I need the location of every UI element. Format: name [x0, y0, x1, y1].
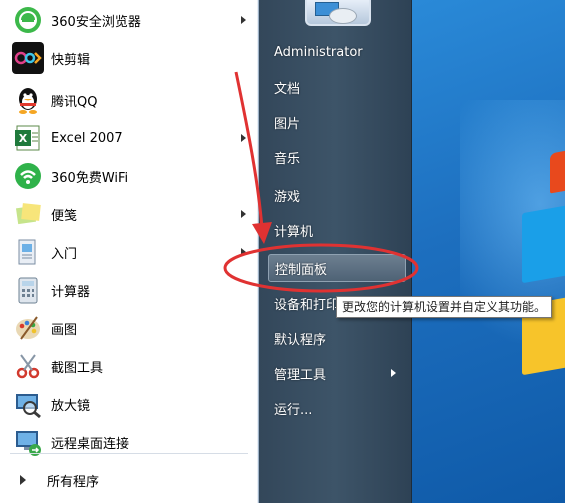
all-programs-button[interactable]: 所有程序: [0, 460, 258, 500]
menu-item-label: 文档: [274, 81, 301, 97]
calculator-icon: [12, 274, 44, 306]
program-paint[interactable]: 画图: [0, 310, 258, 346]
menu-item-label: 管理工具: [274, 367, 327, 383]
program-label: 腾讯QQ: [51, 94, 98, 110]
program-label: 截图工具: [51, 360, 104, 376]
program-tencent-qq[interactable]: 腾讯QQ: [0, 82, 258, 118]
submenu-arrow-icon[interactable]: [241, 210, 246, 218]
menu-item-label: Administrator: [274, 44, 363, 60]
program-label: 便笺: [51, 208, 78, 224]
menu-item-label: 控制面板: [275, 262, 328, 278]
video-editor-icon: [12, 42, 44, 74]
program-label: 画图: [51, 322, 78, 338]
menu-item-music[interactable]: 音乐: [268, 143, 406, 171]
paint-palette-icon: [12, 312, 44, 344]
program-magnifier[interactable]: 放大镜: [0, 386, 258, 422]
submenu-arrow-icon[interactable]: [241, 134, 246, 142]
program-label: Excel 2007: [51, 130, 123, 146]
magnifier-icon: [12, 388, 44, 420]
user-account-picture[interactable]: [305, 0, 371, 26]
menu-item-admin-tools[interactable]: 管理工具: [268, 359, 406, 387]
program-label: 360免费WiFi: [51, 170, 129, 186]
start-menu-programs-pane: 360安全浏览器 快剪辑 腾讯QQ X Excel 2007 360免费WiFi: [0, 0, 259, 503]
submenu-arrow-icon[interactable]: [241, 16, 246, 24]
program-label: 远程桌面连接: [51, 436, 130, 452]
menu-item-label: 运行...: [274, 402, 313, 418]
menu-item-games[interactable]: 游戏: [268, 181, 406, 209]
menu-item-label: 默认程序: [274, 332, 327, 348]
program-remote-desktop[interactable]: 远程桌面连接: [0, 424, 258, 460]
program-snipping-tool[interactable]: 截图工具: [0, 348, 258, 384]
program-label: 计算器: [51, 284, 91, 300]
windows-logo-blue-pane: [522, 202, 565, 284]
menu-item-default-programs[interactable]: 默认程序: [268, 324, 406, 352]
menu-item-administrator[interactable]: Administrator: [268, 38, 406, 66]
desktop-background: [400, 0, 565, 503]
program-label: 放大镜: [51, 398, 91, 414]
program-excel-2007[interactable]: X Excel 2007: [0, 120, 258, 156]
excel-icon: X: [12, 122, 44, 154]
svg-text:X: X: [19, 132, 28, 145]
control-panel-tooltip: 更改您的计算机设置并自定义其功能。: [336, 296, 553, 318]
program-label: 360安全浏览器: [51, 14, 141, 30]
expand-arrow-icon: [20, 475, 26, 485]
menu-item-pictures[interactable]: 图片: [268, 108, 406, 136]
menu-item-label: 图片: [274, 116, 301, 132]
scissors-icon: [12, 350, 44, 382]
program-label: 入门: [51, 246, 78, 262]
menu-item-label: 游戏: [274, 189, 301, 205]
program-calculator[interactable]: 计算器: [0, 272, 258, 308]
menu-item-label: 计算机: [274, 224, 314, 240]
all-programs-label: 所有程序: [47, 474, 100, 490]
submenu-arrow-icon: [391, 369, 396, 377]
program-sticky-notes[interactable]: 便笺: [0, 196, 258, 232]
windows-logo-red-pane: [550, 146, 565, 194]
qq-penguin-icon: [12, 84, 44, 116]
submenu-arrow-icon[interactable]: [241, 248, 246, 256]
menu-item-control-panel[interactable]: 控制面板: [268, 254, 406, 282]
sticky-notes-icon: [12, 198, 44, 230]
browser-360-icon: [12, 4, 44, 36]
menu-item-run[interactable]: 运行...: [268, 394, 406, 422]
menu-separator: [10, 453, 248, 454]
program-label: 快剪辑: [51, 52, 91, 68]
menu-item-computer[interactable]: 计算机: [268, 216, 406, 244]
menu-item-documents[interactable]: 文档: [268, 73, 406, 101]
program-360-browser[interactable]: 360安全浏览器: [0, 2, 258, 38]
program-kuaijianji[interactable]: 快剪辑: [0, 40, 258, 76]
program-getting-started[interactable]: 入门: [0, 234, 258, 270]
menu-item-label: 音乐: [274, 151, 301, 167]
wifi-360-icon: [12, 160, 44, 192]
program-360-wifi[interactable]: 360免费WiFi: [0, 158, 258, 194]
getting-started-icon: [12, 236, 44, 268]
